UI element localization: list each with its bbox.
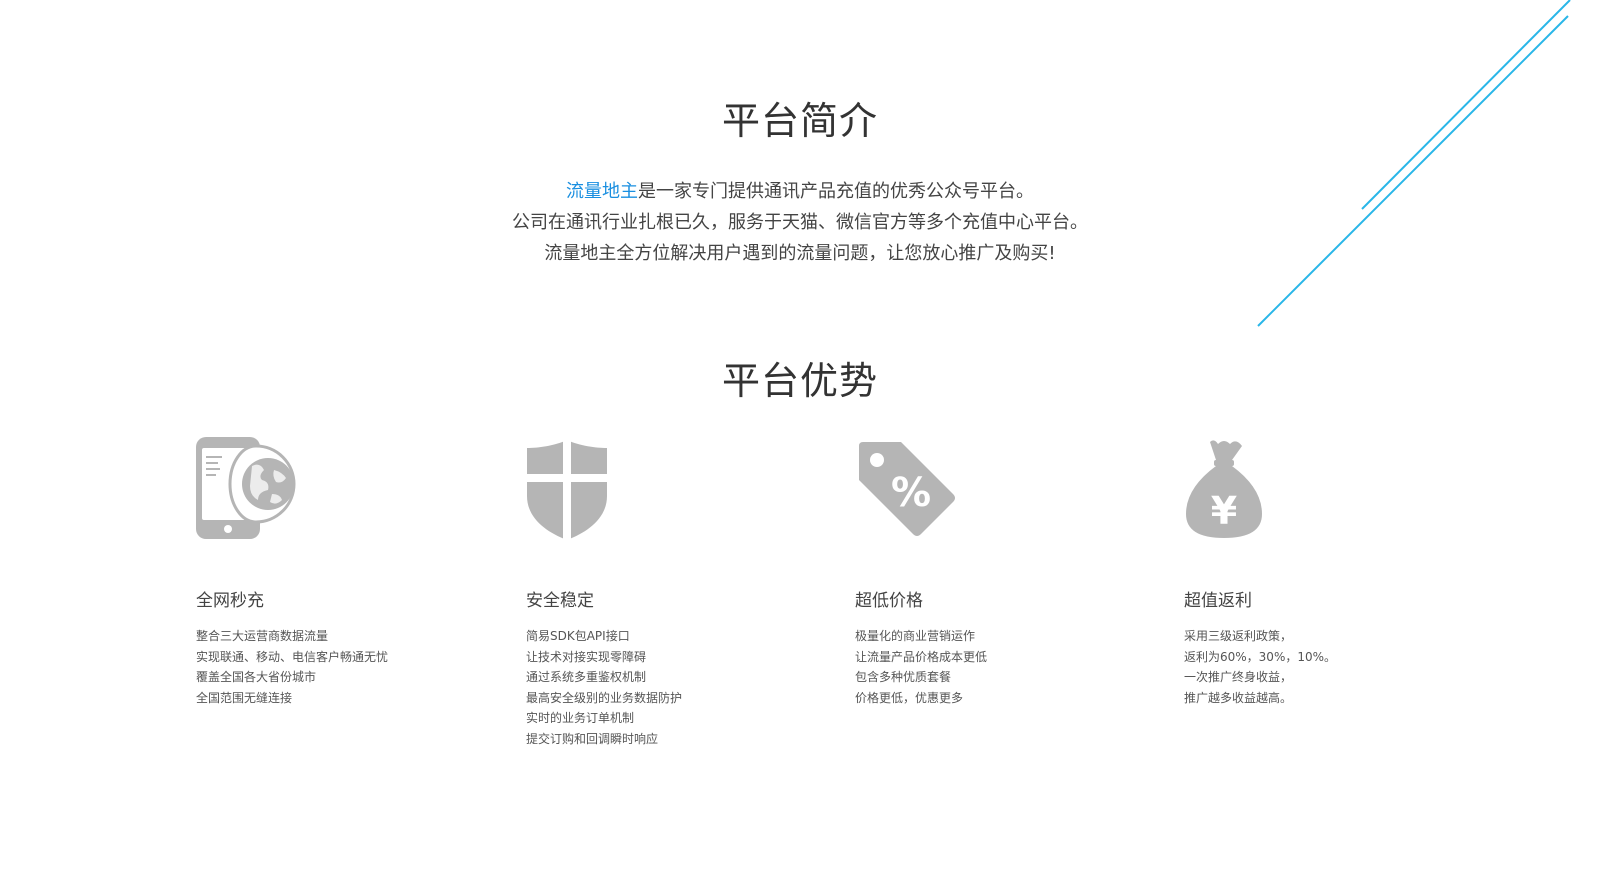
feature-line: 让流量产品价格成本更低	[855, 649, 988, 664]
feature-line: 实时的业务订单机制	[526, 711, 635, 726]
svg-text:%: %	[891, 470, 931, 516]
svg-text:¥: ¥	[1211, 489, 1237, 533]
feature-line: 采用三级返利政策，	[1184, 629, 1293, 643]
feature-line: 全国范围无缝连接	[196, 690, 293, 705]
feature-description: 极量化的商业营销运作 让流量产品价格成本更低 包含多种优质套餐 价格更低，优惠更…	[855, 626, 987, 708]
feature-line: 包含多种优质套餐	[855, 670, 952, 685]
feature-title: 超低价格	[855, 591, 923, 611]
intro-title: 平台简介	[721, 99, 878, 143]
feature-line: 价格更低，优惠更多	[855, 690, 964, 705]
intro-line-3: 流量地主全方位解决用户遇到的流量问题，让您放心推广及购买!	[544, 243, 1056, 264]
feature-title: 超值返利	[1184, 591, 1252, 611]
feature-title: 全网秒充	[196, 591, 264, 611]
phone-globe-icon	[196, 437, 296, 539]
feature-line: 返利为60%，30%，10%。	[1184, 649, 1337, 664]
feature-line: 整合三大运营商数据流量	[196, 629, 329, 643]
feature-line: 让技术对接实现零障碍	[526, 649, 647, 664]
feature-description: 整合三大运营商数据流量 实现联通、移动、电信客户畅通无忧 覆盖全国各大省份城市 …	[196, 626, 388, 708]
discount-tag-icon: %	[859, 442, 955, 536]
intro-line-1-rest: 是一家专门提供通讯产品充值的优秀公众号平台。	[638, 181, 1034, 202]
money-bag-icon: ¥	[1186, 440, 1262, 538]
feature-line: 实现联通、移动、电信客户畅通无忧	[196, 649, 389, 664]
advantages-title: 平台优势	[721, 359, 878, 403]
feature-line: 覆盖全国各大省份城市	[196, 670, 317, 685]
feature-description: 简易SDK包API接口 让技术对接实现零障碍 通过系统多重鉴权机制 最高安全级别…	[526, 626, 682, 750]
feature-card-secure-stable: 安全稳定 简易SDK包API接口 让技术对接实现零障碍 通过系统多重鉴权机制 最…	[526, 436, 786, 746]
feature-card-low-price: % 超低价格 极量化的商业营销运作 让流量产品价格成本更低 包含多种优质套餐 价…	[855, 436, 1115, 705]
feature-description: 采用三级返利政策， 返利为60%，30%，10%。 一次推广终身收益， 推广越多…	[1184, 626, 1336, 708]
feature-card-full-network-recharge: 全网秒充 整合三大运营商数据流量 实现联通、移动、电信客户畅通无忧 覆盖全国各大…	[196, 436, 456, 705]
feature-line: 一次推广终身收益，	[1184, 670, 1293, 685]
feature-line: 极量化的商业营销运作	[855, 629, 976, 643]
page: 平台简介 流量地主是一家专门提供通讯产品充值的优秀公众号平台。 公司在通讯行业扎…	[0, 0, 1600, 889]
brand-name: 流量地主	[566, 181, 638, 202]
intro-line-1: 流量地主是一家专门提供通讯产品充值的优秀公众号平台。	[0, 176, 1600, 207]
intro-text: 流量地主是一家专门提供通讯产品充值的优秀公众号平台。 公司在通讯行业扎根已久，服…	[0, 176, 1600, 269]
feature-line: 推广越多收益越高。	[1184, 690, 1293, 705]
shield-icon	[527, 440, 607, 540]
feature-line: 简易SDK包API接口	[526, 629, 630, 643]
feature-title: 安全稳定	[526, 591, 594, 611]
feature-line: 通过系统多重鉴权机制	[526, 670, 647, 685]
intro-line-2: 公司在通讯行业扎根已久，服务于天猫、微信官方等多个充值中心平台。	[512, 212, 1088, 233]
feature-card-value-rebate: ¥ 超值返利 采用三级返利政策， 返利为60%，30%，10%。 一次推广终身收…	[1184, 436, 1444, 705]
decorative-diagonal-lines	[1257, 0, 1571, 327]
feature-line: 提交订购和回调瞬时响应	[526, 731, 659, 746]
feature-line: 最高安全级别的业务数据防护	[526, 690, 683, 705]
